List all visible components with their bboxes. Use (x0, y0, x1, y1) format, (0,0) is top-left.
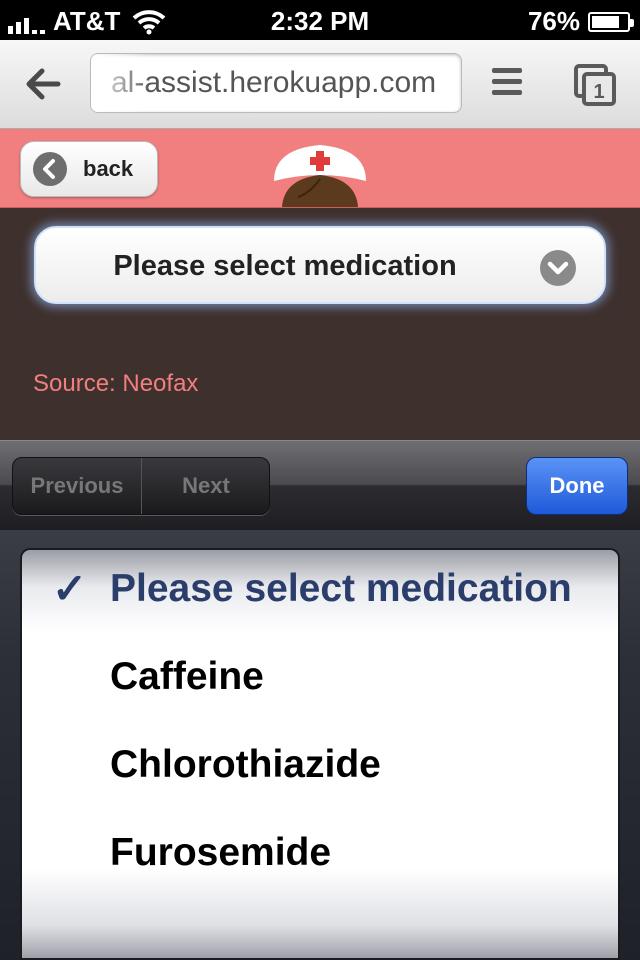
menu-icon[interactable] (492, 68, 522, 96)
picker-option-label: Furosemide (110, 831, 332, 874)
url-fade (91, 54, 151, 112)
tabs-icon[interactable]: 1 (574, 64, 616, 106)
source-text: Source: Neofax (33, 370, 199, 397)
checkmark-icon: ✓ (52, 565, 88, 612)
picker-option-label: Please select medication (110, 567, 572, 610)
nurse-cap-logo (274, 145, 366, 207)
battery-percent: 76% (527, 6, 580, 36)
main-content: Please select medication Source: Neofax (0, 208, 640, 440)
medication-select[interactable]: Please select medication (34, 226, 606, 304)
tab-count: 1 (593, 81, 604, 103)
picker-option-label: Chlorothiazide (110, 743, 381, 786)
picker-option-chlorothiazide[interactable]: Chlorothiazide (22, 730, 618, 800)
browser-toolbar: al-assist.herokuapp.com 1 (0, 40, 640, 129)
previous-button[interactable]: Previous (13, 458, 141, 514)
back-circle-icon (33, 152, 67, 186)
back-arrow-icon[interactable] (22, 64, 62, 104)
back-button[interactable]: back (20, 141, 158, 197)
medication-select-value: Please select medication (113, 250, 457, 282)
back-label: back (83, 156, 134, 181)
picker: ✓ Please select medication Caffeine Chlo… (0, 530, 640, 960)
status-right: 76% (527, 6, 634, 37)
form-toolbar: Previous Next Done (0, 440, 640, 531)
app-header: back (0, 129, 640, 208)
url-field[interactable]: al-assist.herokuapp.com (90, 53, 462, 113)
picker-option-furosemide[interactable]: Furosemide (22, 818, 618, 888)
prev-next-control: Previous Next (12, 457, 270, 515)
next-button[interactable]: Next (142, 458, 270, 514)
battery-icon (588, 11, 634, 32)
picker-option-caffeine[interactable]: Caffeine (22, 642, 618, 712)
done-button[interactable]: Done (526, 457, 628, 515)
picker-option-please-select[interactable]: ✓ Please select medication (22, 554, 618, 624)
status-bar: AT&T 2:32 PM 76% (0, 0, 640, 40)
picker-option-label: Caffeine (110, 655, 264, 698)
picker-wheel[interactable]: ✓ Please select medication Caffeine Chlo… (20, 548, 620, 960)
url-text: al-assist.herokuapp.com (111, 66, 437, 99)
chevron-down-icon (540, 250, 576, 286)
